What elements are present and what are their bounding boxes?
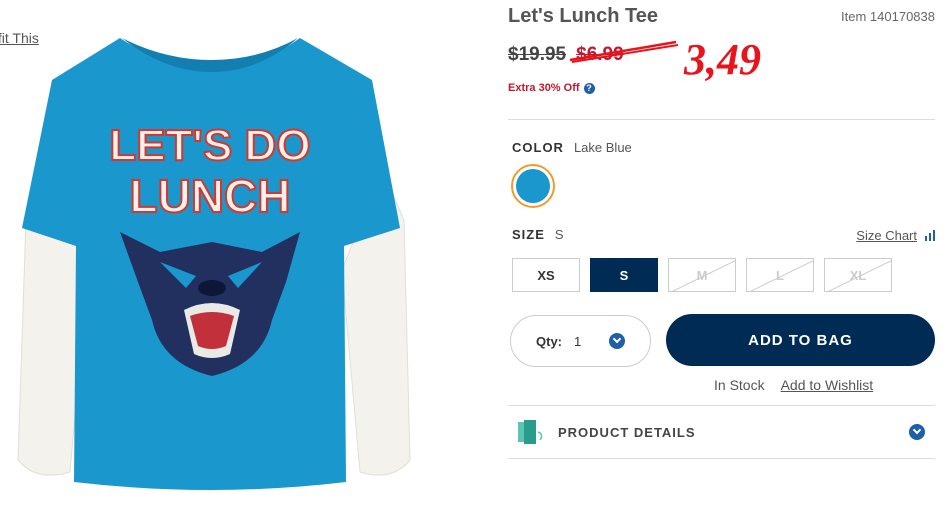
product-title: Let's Lunch Tee: [508, 5, 658, 27]
size-chart-link[interactable]: Size Chart: [856, 228, 935, 243]
stock-status: In Stock: [714, 377, 765, 393]
divider: [508, 119, 935, 120]
color-value: Lake Blue: [573, 140, 632, 155]
size-label: SIZE: [512, 227, 545, 242]
item-number: Item 140170838: [841, 9, 935, 24]
shirt-text-line1: LET'S DO: [109, 121, 310, 170]
add-to-bag-button[interactable]: ADD TO BAG: [666, 314, 935, 366]
size-chart-label: Size Chart: [856, 228, 917, 243]
product-details-label: PRODUCT DETAILS: [558, 424, 696, 440]
size-chart-icon: [925, 230, 935, 241]
promo-text: Extra 30% Off ?: [508, 82, 595, 94]
size-value: S: [554, 227, 564, 242]
stock-row: In Stock Add to Wishlist: [714, 377, 873, 393]
quantity-select[interactable]: Qty: 1: [510, 315, 651, 367]
red-strike-annotation: [569, 40, 679, 63]
quantity-label: Qty:: [536, 333, 562, 349]
size-option-s[interactable]: S: [590, 258, 658, 292]
size-options: XS S M L XL: [512, 258, 892, 292]
color-label: COLOR: [512, 140, 564, 155]
chevron-down-icon: [909, 424, 925, 440]
size-row: SIZE S: [512, 227, 564, 242]
size-option-l[interactable]: L: [746, 258, 814, 292]
chevron-down-icon: [609, 333, 626, 349]
size-option-xs[interactable]: XS: [512, 258, 580, 292]
handwritten-price-annotation: 3,49: [684, 35, 761, 84]
shirt-text-line2: LUNCH: [130, 170, 291, 222]
divider: [508, 458, 935, 459]
size-option-xl[interactable]: XL: [824, 258, 892, 292]
product-image: LET'S DO LUNCH: [17, 38, 411, 490]
color-swatch-lake-blue[interactable]: [511, 164, 555, 208]
swatch-fill: [516, 169, 550, 203]
divider: [508, 405, 935, 406]
color-row: COLOR Lake Blue: [512, 140, 632, 155]
add-to-wishlist-link[interactable]: Add to Wishlist: [781, 377, 874, 393]
size-option-m[interactable]: M: [668, 258, 736, 292]
original-price: $19.95: [508, 44, 567, 65]
quantity-value: 1: [574, 333, 582, 349]
product-details-accordion[interactable]: PRODUCT DETAILS: [508, 408, 935, 456]
product-details-icon: [518, 420, 543, 444]
help-icon[interactable]: ?: [583, 82, 595, 94]
promo-label: Extra 30% Off: [508, 82, 580, 94]
